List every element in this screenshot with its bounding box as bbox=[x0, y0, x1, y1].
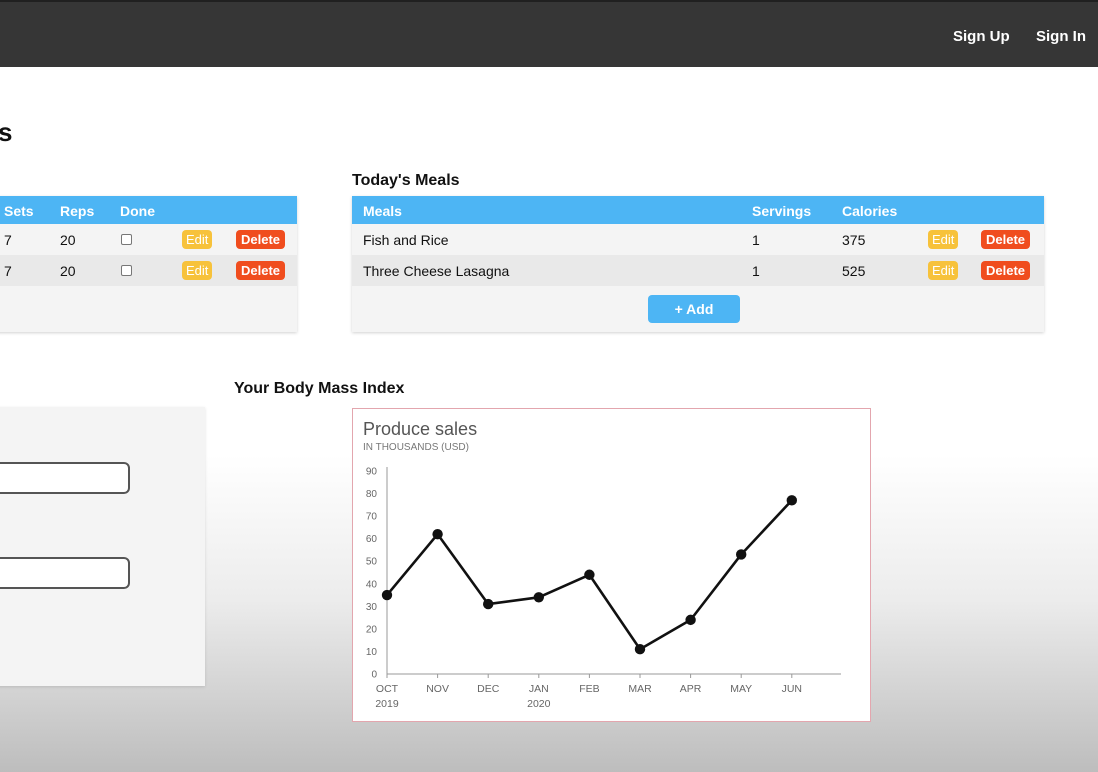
workouts-table: Sets Reps Done 7 20 Edit Delete 7 20 Edi… bbox=[0, 196, 297, 332]
chart-title: Produce sales bbox=[363, 419, 477, 439]
bmi-form-panel bbox=[0, 407, 205, 686]
y-tick-label: 0 bbox=[371, 670, 377, 681]
data-point bbox=[786, 495, 797, 506]
y-tick-label: 20 bbox=[366, 624, 378, 635]
column-header-calories: Calories bbox=[842, 203, 898, 219]
x-tick-sublabel: 2020 bbox=[527, 698, 551, 710]
chart-subtitle: IN THOUSANDS (USD) bbox=[363, 442, 469, 453]
x-tick-label: MAR bbox=[628, 683, 652, 695]
servings-value: 1 bbox=[752, 263, 760, 279]
x-tick-label: APR bbox=[680, 683, 702, 695]
delete-button[interactable]: Delete bbox=[981, 261, 1031, 280]
x-tick-label: JUN bbox=[782, 683, 802, 695]
line-chart: Produce sales IN THOUSANDS (USD) 0 10 20 30… bbox=[363, 419, 841, 710]
x-tick-label: FEB bbox=[579, 683, 599, 695]
meal-name: Fish and Rice bbox=[363, 232, 449, 248]
sets-value: 7 bbox=[4, 232, 12, 248]
servings-value: 1 bbox=[752, 232, 760, 248]
table-row: Fish and Rice 1 375 Edit Delete bbox=[352, 224, 1044, 255]
x-tick-sublabel: 2019 bbox=[375, 698, 399, 710]
data-point bbox=[381, 589, 393, 601]
column-header-done: Done bbox=[120, 203, 155, 219]
reps-value: 20 bbox=[60, 263, 76, 279]
form-input-field[interactable] bbox=[0, 557, 130, 589]
delete-button[interactable]: Delete bbox=[236, 261, 286, 280]
meal-name: Three Cheese Lasagna bbox=[363, 263, 510, 279]
delete-button[interactable]: Delete bbox=[236, 230, 286, 249]
x-tick-label: MAY bbox=[730, 683, 752, 695]
sign-in-link[interactable]: Sign In bbox=[1036, 28, 1086, 45]
delete-button[interactable]: Delete bbox=[981, 230, 1031, 249]
column-header-reps: Reps bbox=[60, 203, 95, 219]
reps-value: 20 bbox=[60, 232, 76, 248]
data-point bbox=[634, 643, 646, 655]
calories-value: 525 bbox=[842, 263, 866, 279]
data-point bbox=[432, 528, 443, 540]
edit-button[interactable]: Edit bbox=[928, 261, 959, 280]
sets-value: 7 bbox=[4, 263, 12, 279]
y-tick-label: 30 bbox=[366, 602, 378, 613]
edit-button[interactable]: Edit bbox=[182, 230, 213, 249]
bmi-chart-frame: Produce sales IN THOUSANDS (USD) 0 10 20 30… bbox=[352, 408, 871, 722]
y-tick-label: 70 bbox=[366, 512, 378, 523]
y-tick-label: 80 bbox=[366, 489, 378, 500]
y-tick-label: 10 bbox=[366, 647, 378, 658]
meals-section-title: Today's Meals bbox=[352, 172, 460, 189]
table-row: 7 20 Edit Delete bbox=[0, 255, 297, 286]
edit-button[interactable]: Edit bbox=[928, 230, 959, 249]
form-input-field[interactable] bbox=[0, 462, 130, 494]
column-header-meals: Meals bbox=[363, 203, 402, 219]
meals-table: Meals Servings Calories Fish and Rice 1 … bbox=[352, 196, 1044, 332]
bmi-section-title: Your Body Mass Index bbox=[234, 380, 405, 397]
done-checkbox[interactable] bbox=[121, 265, 132, 276]
calories-value: 375 bbox=[842, 232, 866, 248]
x-tick-label: NOV bbox=[426, 683, 449, 695]
data-point bbox=[584, 569, 595, 580]
data-point bbox=[533, 592, 544, 603]
table-row: Three Cheese Lasagna 1 525 Edit Delete bbox=[352, 255, 1044, 286]
top-navbar: Sign Up Sign In bbox=[0, 0, 1098, 67]
workouts-table-header: Sets Reps Done bbox=[0, 196, 297, 224]
x-tick-label: DEC bbox=[477, 683, 500, 695]
x-tick-label: JAN bbox=[529, 683, 549, 695]
done-checkbox[interactable] bbox=[121, 234, 132, 245]
y-tick-label: 90 bbox=[366, 467, 378, 478]
table-row: 7 20 Edit Delete bbox=[0, 224, 297, 255]
y-tick-label: 50 bbox=[366, 557, 378, 568]
edit-button[interactable]: Edit bbox=[182, 261, 213, 280]
y-tick-label: 60 bbox=[366, 534, 378, 545]
x-tick-label: OCT bbox=[376, 683, 399, 695]
data-point bbox=[483, 598, 494, 610]
column-header-sets: Sets bbox=[4, 203, 34, 219]
sign-up-link[interactable]: Sign Up bbox=[953, 28, 1010, 45]
y-tick-label: 40 bbox=[366, 579, 378, 590]
column-header-servings: Servings bbox=[752, 203, 812, 219]
meals-table-header: Meals Servings Calories bbox=[352, 196, 1044, 224]
page-title: s bbox=[0, 117, 13, 147]
data-point bbox=[685, 614, 696, 626]
add-meal-button[interactable]: + Add bbox=[648, 295, 740, 323]
data-point bbox=[736, 549, 747, 560]
